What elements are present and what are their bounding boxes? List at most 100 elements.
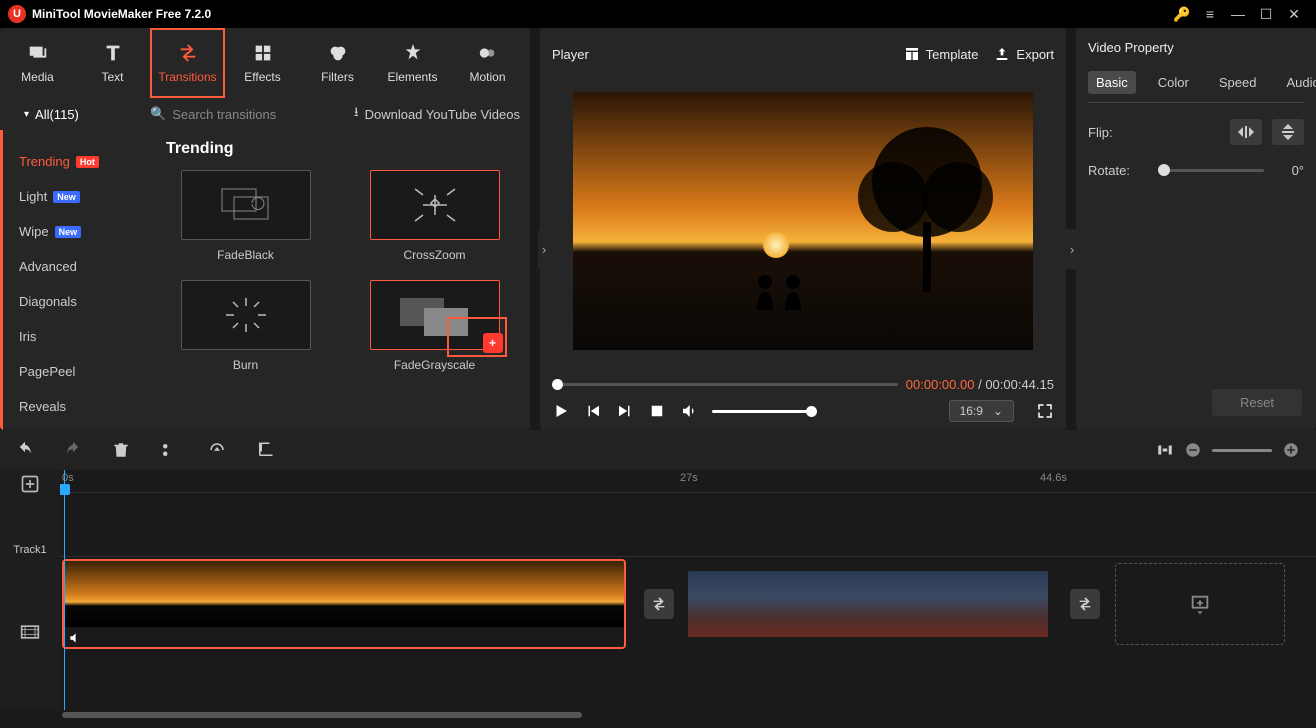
playhead[interactable] — [64, 470, 65, 710]
property-title: Video Property — [1088, 40, 1304, 55]
search-icon: 🔍 — [150, 106, 166, 122]
close-button[interactable]: ✕ — [1280, 6, 1308, 23]
next-frame-button[interactable] — [616, 402, 634, 420]
all-categories-button[interactable]: ▾ All(115) — [10, 107, 150, 122]
prev-frame-button[interactable] — [584, 402, 602, 420]
maximize-button[interactable]: ☐ — [1252, 6, 1280, 23]
tab-motion[interactable]: Motion — [450, 28, 525, 98]
export-button[interactable]: Export — [994, 46, 1054, 62]
panel-collapse-handle[interactable]: › — [1066, 229, 1078, 269]
tab-color[interactable]: Color — [1150, 71, 1197, 94]
add-highlight-box: + — [447, 317, 507, 357]
timeline-toolbar — [0, 430, 1316, 470]
player-panel: › Player Template Export — [540, 28, 1066, 430]
transition-slot-2[interactable] — [1070, 589, 1100, 619]
category-iris[interactable]: Iris — [3, 319, 150, 354]
clip-2[interactable] — [688, 571, 1050, 637]
tab-filters[interactable]: Filters — [300, 28, 375, 98]
volume-slider[interactable] — [712, 410, 812, 413]
transition-crosszoom[interactable]: CrossZoom — [355, 170, 514, 262]
license-key-icon[interactable]: 🔑 — [1168, 6, 1196, 23]
zoom-slider[interactable] — [1212, 449, 1272, 452]
redo-button[interactable] — [64, 441, 82, 459]
flip-label: Flip: — [1088, 125, 1148, 140]
tab-motion-label: Motion — [469, 70, 505, 84]
aspect-ratio-select[interactable]: 16:9 ⌄ — [949, 400, 1014, 422]
category-trending[interactable]: Trending Hot — [3, 144, 150, 179]
transition-fadegrayscale[interactable]: + FadeGrayscale — [355, 280, 514, 372]
search-input[interactable]: 🔍 Search transitions — [150, 106, 354, 122]
tab-media[interactable]: Media — [0, 28, 75, 98]
add-track-icon[interactable] — [20, 474, 40, 494]
tab-speed[interactable]: Speed — [1211, 71, 1265, 94]
category-light[interactable]: Light New — [3, 179, 150, 214]
time-ruler[interactable]: 0s 27s 44.6s — [60, 470, 1316, 492]
hamburger-menu-icon[interactable]: ≡ — [1196, 6, 1224, 22]
stop-button[interactable] — [648, 402, 666, 420]
flip-horizontal-button[interactable] — [1230, 119, 1262, 145]
category-wipe[interactable]: Wipe New — [3, 214, 150, 249]
transition-grid: Trending FadeBlack CrossZoom Burn — [150, 130, 530, 430]
rotate-label: Rotate: — [1088, 163, 1148, 178]
zoom-in-button[interactable] — [1282, 441, 1300, 459]
seek-bar[interactable]: 00:00:00.00 / 00:00:44.15 — [552, 377, 1054, 392]
tab-text-label: Text — [101, 70, 123, 84]
fit-timeline-icon[interactable] — [1156, 441, 1174, 459]
tab-filters-label: Filters — [321, 70, 354, 84]
preview-viewport[interactable] — [573, 92, 1033, 350]
timeline-scrollbar[interactable] — [0, 710, 1316, 720]
timeline-tracks[interactable]: 0s 27s 44.6s — [60, 470, 1316, 710]
flip-vertical-button[interactable] — [1272, 119, 1304, 145]
category-advanced[interactable]: Advanced — [3, 249, 150, 284]
tab-basic[interactable]: Basic — [1088, 71, 1136, 94]
reset-button[interactable]: Reset — [1212, 389, 1302, 416]
zoom-out-button[interactable] — [1184, 441, 1202, 459]
template-button[interactable]: Template — [904, 46, 979, 62]
rotate-slider[interactable] — [1158, 169, 1264, 172]
tab-elements[interactable]: Elements — [375, 28, 450, 98]
category-list: Trending Hot Light New Wipe New Advanced… — [0, 130, 150, 430]
panel-collapse-handle[interactable]: › — [538, 229, 550, 269]
speed-button[interactable] — [208, 441, 226, 459]
transition-slot-1[interactable] — [644, 589, 674, 619]
category-reveals[interactable]: Reveals — [3, 389, 150, 424]
tab-audio[interactable]: Audio — [1278, 71, 1316, 94]
category-pagepeel[interactable]: PagePeel — [3, 354, 150, 389]
add-transition-button[interactable]: + — [483, 333, 503, 353]
fullscreen-button[interactable] — [1036, 402, 1054, 420]
delete-button[interactable] — [112, 441, 130, 459]
crop-button[interactable] — [256, 441, 274, 459]
chevron-down-icon: ▾ — [24, 109, 29, 120]
tab-effects[interactable]: Effects — [225, 28, 300, 98]
track-label: Track1 — [13, 544, 46, 556]
library-panel: Media Text Transitions Effects Filters E… — [0, 28, 530, 430]
overlay-track[interactable] — [60, 492, 1316, 556]
app-icon: U — [8, 5, 26, 23]
chevron-down-icon: ⌄ — [993, 404, 1003, 418]
library-tabs: Media Text Transitions Effects Filters E… — [0, 28, 530, 98]
tab-transitions-label: Transitions — [158, 70, 216, 84]
download-youtube-button[interactable]: ⭳ Download YouTube Videos — [354, 103, 520, 125]
clip-placeholder[interactable] — [1115, 563, 1285, 645]
speaker-icon — [68, 631, 82, 645]
badge-new: New — [53, 191, 80, 203]
tab-transitions[interactable]: Transitions — [150, 28, 225, 98]
volume-icon[interactable] — [680, 402, 698, 420]
transition-burn[interactable]: Burn — [166, 280, 325, 372]
clip-1[interactable] — [64, 561, 624, 647]
undo-button[interactable] — [16, 441, 34, 459]
transition-fadeblack[interactable]: FadeBlack — [166, 170, 325, 262]
minimize-button[interactable]: — — [1224, 6, 1252, 22]
player-label: Player — [552, 47, 589, 62]
tab-elements-label: Elements — [387, 70, 437, 84]
timeline-panel: Track1 0s 27s 44.6s — [0, 430, 1316, 720]
download-icon: ⭳ — [354, 103, 359, 125]
section-title: Trending — [166, 140, 514, 158]
video-track[interactable] — [60, 556, 1316, 652]
split-button[interactable] — [160, 441, 178, 459]
time-display: 00:00:00.00 / 00:00:44.15 — [906, 377, 1054, 392]
play-button[interactable] — [552, 402, 570, 420]
app-title: MiniTool MovieMaker Free 7.2.0 — [32, 7, 211, 21]
category-diagonals[interactable]: Diagonals — [3, 284, 150, 319]
tab-text[interactable]: Text — [75, 28, 150, 98]
